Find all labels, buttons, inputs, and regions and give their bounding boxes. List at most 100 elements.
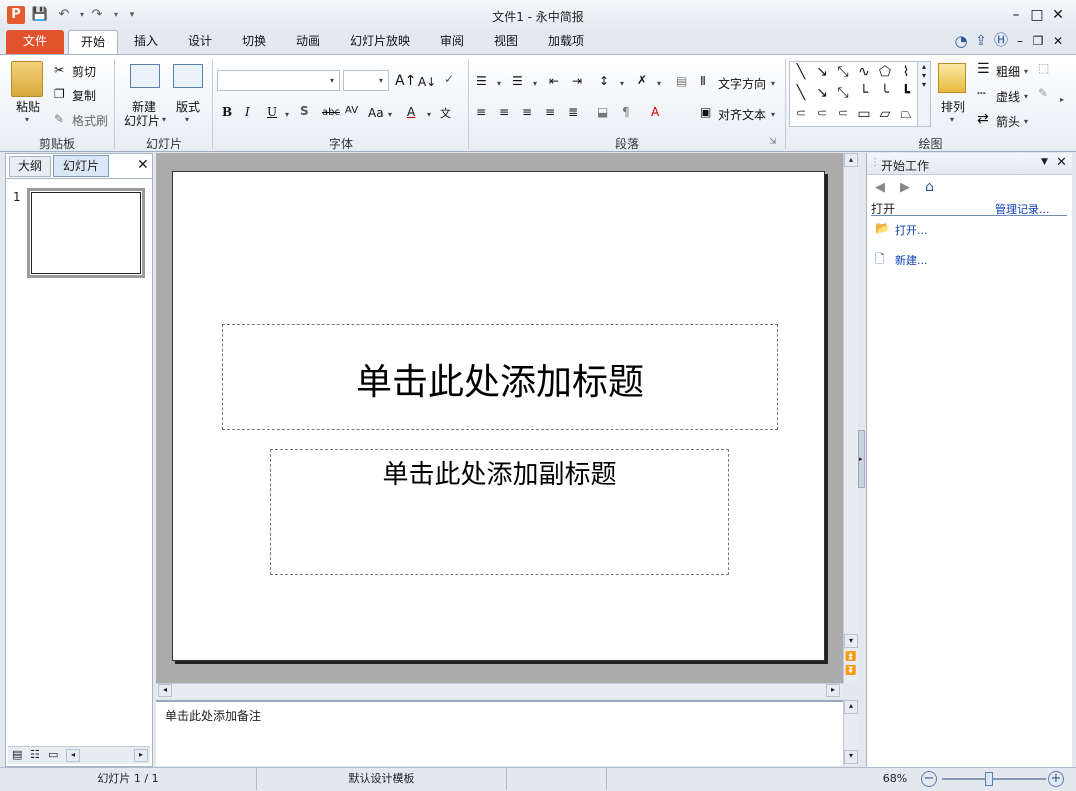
curved-arrow-shape-icon[interactable]: ⸦ [812, 104, 832, 124]
maximize-icon[interactable]: □ [1027, 5, 1047, 25]
hscroll-right-icon[interactable]: ▸ [826, 684, 840, 697]
columns-icon[interactable]: ✗ [637, 73, 647, 87]
task-pane-menu-icon[interactable]: ▼ [1041, 157, 1048, 167]
line-spacing-icon[interactable]: ↕ [599, 74, 609, 88]
phonetic-icon[interactable]: 文 [440, 105, 451, 121]
underline-dropdown-icon[interactable]: ▾ [285, 110, 289, 119]
parallelogram-shape-icon[interactable]: ▱ [875, 104, 895, 124]
elbow-double-shape-icon[interactable]: ┗ [896, 83, 916, 103]
decrease-indent-icon[interactable]: ⇤ [549, 74, 559, 88]
numbering-icon[interactable]: ☰ [512, 74, 523, 88]
bold-icon[interactable]: B [222, 105, 232, 119]
scroll-down-icon[interactable]: ▾ [844, 750, 858, 764]
paste-dropdown-icon[interactable]: ▾ [25, 115, 29, 124]
align-right-icon[interactable]: ≡ [522, 105, 532, 119]
trapezoid-shape-icon[interactable]: ⏢ [896, 104, 916, 124]
arrange-button[interactable]: 排列 [941, 98, 965, 115]
change-case-dropdown-icon[interactable]: ▾ [388, 110, 392, 119]
align-center-icon[interactable]: ≡ [499, 105, 509, 119]
sorter-view-icon[interactable]: ☷ [30, 748, 40, 761]
back-icon[interactable]: ◔ [952, 30, 970, 54]
curved-double-shape-icon[interactable]: ⸦ [833, 104, 853, 124]
line-spacing-dropdown-icon[interactable]: ▾ [620, 79, 624, 88]
rectangle-shape-icon[interactable]: ▭ [854, 104, 874, 124]
scribble-shape-icon[interactable]: ⌇ [896, 62, 916, 82]
arrange-icon[interactable] [938, 63, 966, 93]
dash-style-dropdown-icon[interactable]: ▾ [1024, 92, 1028, 101]
copy-icon[interactable]: ❐ [54, 87, 65, 101]
cut-icon[interactable]: ✂ [54, 63, 64, 77]
new-link[interactable]: 新建... [895, 252, 928, 268]
slide-canvas[interactable]: 单击此处添加标题 单击此处添加副标题 [172, 171, 825, 661]
elbow-arrow-shape-icon[interactable]: ╰ [875, 83, 895, 103]
line-weight-icon[interactable]: ☰ [977, 61, 990, 77]
line-color-icon[interactable]: ✎ [1038, 86, 1048, 100]
layout-dropdown-icon[interactable]: ▾ [185, 115, 189, 124]
tab-insert[interactable]: 插入 [124, 30, 168, 54]
format-painter-icon[interactable]: ✎ [54, 112, 64, 126]
text-direction-dropdown-icon[interactable]: ▾ [771, 79, 775, 88]
title-placeholder[interactable]: 单击此处添加标题 [222, 324, 778, 430]
elbow-shape-icon[interactable]: └ [854, 83, 874, 103]
align-text-icon[interactable]: ▣ [700, 105, 711, 119]
forward-icon[interactable]: ▶ [900, 180, 910, 195]
copy-button[interactable]: 复制 [72, 87, 96, 104]
dash-style-button[interactable]: 虚线 [996, 88, 1020, 105]
tab-animations[interactable]: 动画 [286, 30, 330, 54]
ribbon-minimize-icon[interactable]: – [1012, 30, 1028, 54]
font-family-combo[interactable] [217, 70, 340, 91]
connector-arrow-shape-icon[interactable]: ↘ [812, 83, 832, 103]
arrow-style-dropdown-icon[interactable]: ▾ [1024, 117, 1028, 126]
hscroll-left-icon[interactable]: ◂ [66, 749, 80, 762]
minimize-icon[interactable]: – [1006, 5, 1026, 25]
scroll-up-icon[interactable]: ▴ [844, 153, 858, 167]
layout-icon[interactable] [173, 64, 203, 88]
arrow-style-button[interactable]: 箭头 [996, 113, 1020, 130]
paragraph-settings-icon[interactable]: ¶ [622, 105, 630, 119]
line-weight-button[interactable]: 粗细 [996, 63, 1020, 80]
zoom-slider-track[interactable] [942, 778, 1046, 780]
format-painter-button[interactable]: 格式刷 [72, 112, 108, 129]
tab-design[interactable]: 设计 [178, 30, 222, 54]
panel-close-icon[interactable]: ✕ [137, 157, 149, 173]
numbering-dropdown-icon[interactable]: ▾ [533, 79, 537, 88]
new-slide-label-2[interactable]: 幻灯片 [124, 112, 160, 129]
restore-icon[interactable]: ❐ [1030, 30, 1046, 54]
paste-button[interactable]: 粘贴 [16, 98, 40, 115]
slideshow-view-icon[interactable]: ▭ [48, 748, 58, 761]
line-shape-icon[interactable]: ╲ [791, 62, 811, 82]
paste-icon[interactable] [11, 61, 43, 97]
pane-splitter-handle[interactable]: ▸ [858, 430, 865, 488]
font-family-dropdown-icon[interactable]: ▾ [330, 76, 334, 85]
shrink-font-icon[interactable]: A↓ [418, 75, 436, 89]
tab-outline[interactable]: 大纲 [9, 156, 51, 177]
next-slide-icon[interactable]: ⏬ [845, 666, 856, 676]
connector-double-shape-icon[interactable]: ⤡ [833, 83, 853, 103]
grow-font-icon[interactable]: A↑ [395, 73, 416, 89]
cut-button[interactable]: 剪切 [72, 63, 96, 80]
back-icon[interactable]: ◀ [875, 180, 885, 195]
curve-shape-icon[interactable]: ∿ [854, 62, 874, 82]
text-box-icon[interactable]: ▤ [676, 74, 687, 88]
fill-color-icon[interactable]: ⬚ [1038, 61, 1049, 75]
justify-icon[interactable]: ≡ [545, 105, 555, 119]
columns-dropdown-icon[interactable]: ▾ [657, 79, 661, 88]
tab-addins[interactable]: 加载项 [538, 30, 594, 54]
shapes-gallery[interactable]: ╲ ↘ ⤡ ∿ ⬠ ⌇ ╲ ↘ ⤡ └ ╰ ┗ ⸦ ⸦ ⸦ ▭ ▱ ⏢ [789, 61, 931, 127]
double-arrow-shape-icon[interactable]: ⤡ [833, 62, 853, 82]
subtitle-placeholder[interactable]: 单击此处添加副标题 [270, 449, 729, 575]
notes-pane[interactable]: 单击此处添加备注 [156, 700, 843, 766]
shapes-gallery-scroll[interactable]: ▴ ▾ ▾ [917, 61, 931, 127]
strikethrough-icon[interactable]: abc [322, 107, 340, 118]
align-text-button[interactable]: 对齐文本 [718, 106, 766, 123]
dash-style-icon[interactable]: ┄ [977, 86, 985, 102]
zoom-in-icon[interactable]: + [1048, 771, 1064, 787]
font-size-dropdown-icon[interactable]: ▾ [379, 76, 383, 85]
tab-slides[interactable]: 幻灯片 [53, 155, 109, 177]
hscroll-right-icon[interactable]: ▸ [134, 749, 148, 762]
open-link[interactable]: 打开... [895, 222, 928, 238]
vertical-scrollbar[interactable]: ▴ ▾ ⏫ ⏬ [843, 153, 858, 683]
line-weight-dropdown-icon[interactable]: ▾ [1024, 67, 1028, 76]
zoom-out-icon[interactable]: − [921, 771, 937, 787]
new-slide-dropdown-icon[interactable]: ▾ [162, 115, 166, 124]
